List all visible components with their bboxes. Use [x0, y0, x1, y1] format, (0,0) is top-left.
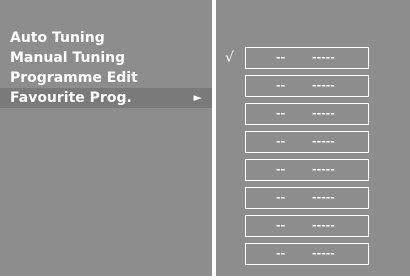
- arrow-right-icon: ►: [193, 91, 202, 104]
- favourite-slot-field[interactable]: -- -----: [245, 75, 369, 97]
- menu-item-auto-tuning[interactable]: Auto Tuning: [0, 28, 212, 48]
- menu-item-label: Auto Tuning: [10, 30, 105, 46]
- favourite-slot-field[interactable]: -- -----: [245, 103, 369, 125]
- favourite-slot[interactable]: -- -----: [216, 75, 410, 99]
- slot-number: --: [276, 163, 286, 176]
- favourite-slot[interactable]: -- -----: [216, 131, 410, 155]
- favourite-slot[interactable]: -- -----: [216, 187, 410, 211]
- tv-menu-screen: Auto Tuning Manual Tuning Programme Edit…: [0, 0, 410, 280]
- menu-item-label: Programme Edit: [10, 70, 138, 86]
- slot-number: --: [276, 135, 286, 148]
- check-icon: √: [225, 50, 234, 66]
- slot-name: -----: [312, 163, 335, 176]
- menu-item-favourite-prog[interactable]: Favourite Prog. ►: [0, 88, 212, 108]
- favourite-slot-list: √ -- ----- -- ----- -- ----- -- ----- --…: [216, 47, 410, 271]
- slot-name: -----: [312, 51, 335, 64]
- favourite-slot-field[interactable]: -- -----: [245, 187, 369, 209]
- slot-number: --: [276, 219, 286, 232]
- favourite-slot-field[interactable]: -- -----: [245, 215, 369, 237]
- favourite-slot[interactable]: -- -----: [216, 215, 410, 239]
- favourite-slot[interactable]: √ -- -----: [216, 47, 410, 71]
- menu-item-manual-tuning[interactable]: Manual Tuning: [0, 48, 212, 68]
- menu-item-label: Manual Tuning: [10, 50, 126, 66]
- slot-name: -----: [312, 107, 335, 120]
- slot-number: --: [276, 191, 286, 204]
- slot-number: --: [276, 79, 286, 92]
- slot-name: -----: [312, 247, 335, 260]
- tuning-menu: Auto Tuning Manual Tuning Programme Edit…: [0, 28, 212, 108]
- favourite-slot-field[interactable]: -- -----: [245, 131, 369, 153]
- slot-name: -----: [312, 135, 335, 148]
- favourite-slot-field[interactable]: -- -----: [245, 243, 369, 265]
- slot-number: --: [276, 107, 286, 120]
- favourite-slot-field[interactable]: -- -----: [245, 159, 369, 181]
- slot-name: -----: [312, 79, 335, 92]
- menu-item-programme-edit[interactable]: Programme Edit: [0, 68, 212, 88]
- favourite-slot-field[interactable]: -- -----: [245, 47, 369, 69]
- slot-name: -----: [312, 191, 335, 204]
- slot-number: --: [276, 51, 286, 64]
- favourite-slot[interactable]: -- -----: [216, 159, 410, 183]
- favourite-slot[interactable]: -- -----: [216, 103, 410, 127]
- slot-number: --: [276, 247, 286, 260]
- menu-item-label: Favourite Prog.: [10, 90, 132, 106]
- slot-name: -----: [312, 219, 335, 232]
- favourite-slot[interactable]: -- -----: [216, 243, 410, 267]
